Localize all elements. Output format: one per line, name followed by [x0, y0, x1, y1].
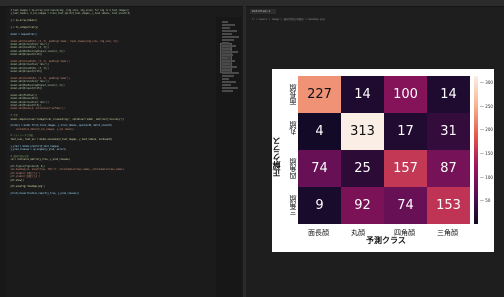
minimap-mark [222, 90, 233, 92]
heatmap-cell: 4 [298, 113, 341, 150]
minimap-mark [222, 60, 235, 62]
tab-preview[interactable]: Untitled-1 [250, 9, 276, 14]
heatmap-cell: 313 [341, 113, 384, 150]
title-bar [0, 0, 504, 7]
x-tick-label: 四角顔 [394, 229, 415, 237]
y-axis-title: 正解クラス [272, 137, 281, 177]
breadcrumb: C: > Users > image > 混同行列の可視化 > heatmap.… [252, 18, 325, 21]
heatmap-cell: 92 [341, 187, 384, 224]
minimap-mark [222, 66, 237, 68]
colorbar-tick-label: — 50 [480, 198, 491, 204]
x-tick-label: 面長顔 [308, 229, 329, 237]
heatmap-cell: 17 [384, 113, 427, 150]
minimap-mark [222, 30, 237, 32]
heatmap-cell: 14 [427, 76, 470, 113]
heatmap-cell: 14 [341, 76, 384, 113]
line-number-gutter [0, 7, 6, 297]
code-line[interactable] [8, 199, 213, 202]
minimap-mark [222, 39, 234, 41]
minimap-mark [222, 51, 238, 53]
confusion-matrix-heatmap: 予測クラス 正解クラス 227 14 100 14 4 313 17 31 74 25 157 87 9… [272, 69, 494, 252]
heatmap-cell: 157 [384, 150, 427, 187]
minimap-mark [222, 81, 236, 83]
heatmap-cell: 87 [427, 150, 470, 187]
colorbar-tick-label: — 100 [480, 174, 493, 180]
minimap-mark [222, 48, 231, 50]
y-tick-label: 面長顔 [289, 84, 297, 105]
heatmap-cell: 153 [427, 187, 470, 224]
heatmap-cell: 9 [298, 187, 341, 224]
code-editor[interactable]: X_test_images = np.array([cv2.resize(img… [0, 7, 243, 297]
code-lines[interactable]: X_test_images = np.array([cv2.resize(img… [8, 9, 213, 202]
minimap-mark [222, 69, 232, 71]
heatmap-cell: 25 [341, 150, 384, 187]
heatmap-cell: 74 [384, 187, 427, 224]
minimap-mark [222, 87, 238, 89]
minimap-mark [222, 24, 235, 26]
colorbar-tick-label: — 200 [480, 127, 493, 133]
minimap-mark [222, 45, 236, 47]
minimap-mark [222, 72, 239, 74]
minimap-mark [222, 54, 233, 56]
minimap-mark [222, 36, 239, 38]
y-tick-label: 三角顔 [289, 195, 297, 216]
y-tick-label: 丸顔 [289, 121, 297, 135]
x-tick-label: 丸顔 [351, 229, 365, 237]
y-tick-label: 四角顔 [289, 158, 297, 179]
minimap-mark [222, 42, 229, 44]
minimap-mark [222, 75, 234, 77]
minimap-mark [222, 27, 230, 29]
minimap-mark [222, 78, 229, 80]
colorbar-tick-label: — 300 [480, 80, 493, 86]
minimap-mark [222, 63, 230, 65]
minimap-mark [222, 84, 231, 86]
heatmap-cell: 100 [384, 76, 427, 113]
minimap[interactable] [216, 17, 242, 297]
x-tick-label: 三角顔 [437, 229, 458, 237]
minimap-mark [222, 21, 228, 23]
minimap-mark [222, 57, 228, 59]
colorbar [474, 76, 478, 224]
heatmap-cell: 227 [298, 76, 341, 113]
minimap-mark [222, 33, 232, 35]
heatmap-cell: 31 [427, 113, 470, 150]
colorbar-tick-label: — 150 [480, 151, 493, 157]
colorbar-tick-label: — 250 [480, 103, 493, 109]
heatmap-cell: 74 [298, 150, 341, 187]
